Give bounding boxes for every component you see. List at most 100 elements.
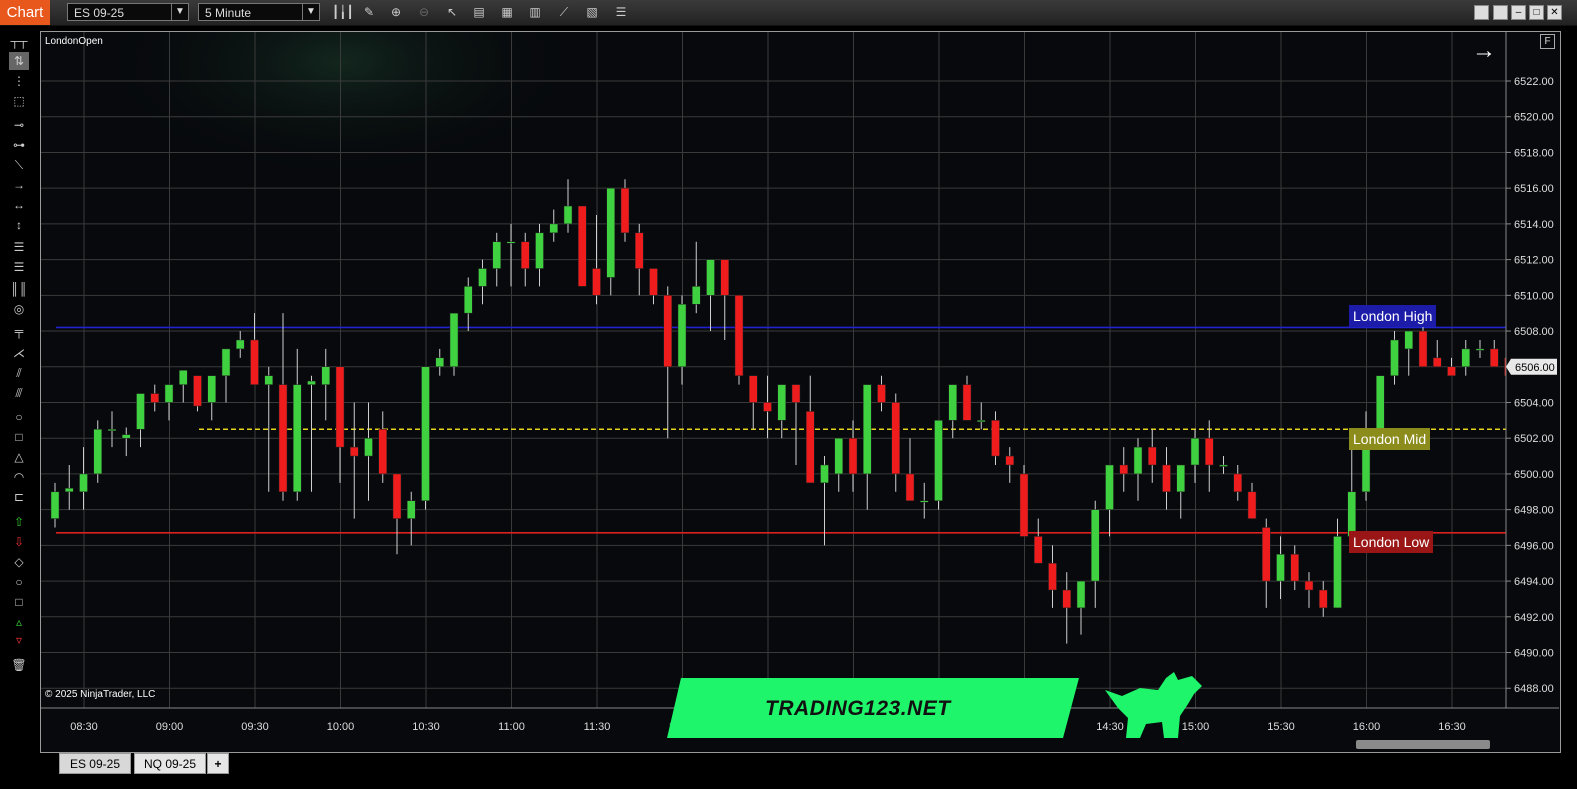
candle-up bbox=[221, 348, 231, 376]
tab-nq[interactable]: NQ 09-25 bbox=[134, 753, 206, 774]
candle-up bbox=[977, 420, 986, 423]
instrument-value: ES 09-25 bbox=[74, 6, 125, 20]
region-icon[interactable]: ⬚ bbox=[9, 92, 29, 110]
ray-icon[interactable]: ⊶ bbox=[9, 136, 29, 154]
chevron-down-icon[interactable]: ▼ bbox=[302, 4, 319, 20]
price-tick-label: 6500.00 bbox=[1514, 469, 1554, 481]
restore-icon[interactable] bbox=[1474, 5, 1489, 20]
candle-down bbox=[1162, 464, 1171, 493]
triangle-up-icon[interactable]: ▵ bbox=[9, 613, 29, 631]
f-button[interactable]: F bbox=[1540, 34, 1555, 49]
pencil-icon[interactable]: ✎ bbox=[360, 4, 378, 21]
ellipse-icon[interactable]: ○ bbox=[9, 408, 29, 426]
price-tick-label: 6510.00 bbox=[1514, 290, 1554, 302]
candle-up bbox=[606, 187, 615, 278]
arrow-line-icon[interactable]: → bbox=[9, 176, 29, 194]
time-tick-label: 16:00 bbox=[1353, 721, 1381, 733]
candle-up bbox=[207, 375, 216, 403]
pointer-icon[interactable]: ↖ bbox=[443, 4, 461, 21]
candle-down bbox=[1433, 357, 1442, 368]
diamond-icon[interactable]: ◇ bbox=[9, 553, 29, 571]
price-range-icon[interactable]: ⋮ bbox=[9, 72, 29, 90]
indicator-label: LondonOpen bbox=[45, 36, 103, 47]
candle-down bbox=[193, 375, 202, 407]
candle-up bbox=[435, 357, 444, 368]
horizontal-line-icon[interactable]: ↔ bbox=[9, 196, 29, 214]
trend-channel-icon[interactable]: ⫽ bbox=[9, 364, 29, 382]
london-high-label: London High bbox=[1349, 305, 1437, 327]
arrow-right-icon[interactable]: → bbox=[1472, 38, 1496, 64]
horizontal-scrollbar[interactable] bbox=[1356, 740, 1490, 749]
candle-up bbox=[563, 205, 573, 225]
candle-down bbox=[1005, 455, 1014, 466]
tab-es[interactable]: ES 09-25 bbox=[59, 753, 131, 774]
candle-down bbox=[877, 384, 886, 403]
candle-up bbox=[122, 434, 131, 439]
polygon-icon[interactable]: ⊏ bbox=[9, 488, 29, 506]
square-icon[interactable]: □ bbox=[9, 593, 29, 611]
menu-icon[interactable]: ☰ bbox=[612, 4, 630, 21]
gann-fan-icon[interactable]: ╤ bbox=[9, 322, 29, 340]
candle-up bbox=[1219, 464, 1228, 467]
arc-icon[interactable]: ◠ bbox=[9, 468, 29, 486]
bars-type-icon[interactable]: ┃╽┃ bbox=[332, 4, 354, 21]
interval-selector[interactable]: 5 Minute ▼ bbox=[198, 3, 320, 21]
price-tick-label: 6514.00 bbox=[1514, 219, 1554, 231]
regression-channel-icon[interactable]: ⫻ bbox=[9, 384, 29, 402]
candle-up bbox=[236, 339, 245, 350]
arrow-down-icon[interactable]: ⇩ bbox=[9, 533, 29, 551]
candle-down bbox=[1233, 473, 1242, 493]
candle-down bbox=[150, 393, 159, 403]
risk-reward-icon[interactable]: ⇅ bbox=[9, 52, 29, 70]
candle-up bbox=[1190, 437, 1200, 466]
close-icon[interactable]: ✕ bbox=[1547, 5, 1562, 20]
candle-down bbox=[350, 446, 359, 457]
price-tick-label: 6518.00 bbox=[1514, 147, 1554, 159]
properties-icon[interactable]: ⟋ bbox=[555, 4, 573, 21]
triangle-down-icon[interactable]: ▿ bbox=[9, 631, 29, 649]
data-box-icon[interactable]: ▤ bbox=[470, 4, 488, 21]
instrument-selector[interactable]: ES 09-25 ▼ bbox=[67, 3, 189, 21]
candle-up bbox=[1133, 446, 1143, 475]
interval-value: 5 Minute bbox=[205, 6, 252, 20]
time-tick-label: 15:30 bbox=[1267, 721, 1295, 733]
zoom-in-icon[interactable]: ⊕ bbox=[387, 4, 405, 21]
candle-down bbox=[1119, 464, 1128, 475]
window-title[interactable]: Chart bbox=[0, 0, 50, 25]
candle-up bbox=[307, 380, 316, 385]
arrow-up-icon[interactable]: ⇧ bbox=[9, 513, 29, 531]
vertical-line-icon[interactable]: ↕ bbox=[9, 216, 29, 234]
fib-retracement-icon[interactable]: ☰ bbox=[9, 238, 29, 256]
andrews-pitchfork-icon[interactable]: ⋌ bbox=[9, 344, 29, 362]
maximize-icon[interactable]: □ bbox=[1529, 5, 1544, 20]
tile-icon[interactable] bbox=[1493, 5, 1508, 20]
price-tick-label: 6516.00 bbox=[1514, 183, 1554, 195]
indicators-icon[interactable]: ▦ bbox=[498, 4, 516, 21]
candle-down bbox=[1148, 446, 1157, 466]
chevron-down-icon[interactable]: ▼ bbox=[171, 4, 188, 20]
drawing-tools-toolbar: ┬┬ ⇅ ⋮ ⬚ ⊸ ⊶ ⟍ → ↔ ↕ ☰ ☰ ║║ ◎ ╤ ⋌ ⫽ ⫻ ○ … bbox=[0, 26, 38, 726]
dot-icon[interactable]: ○ bbox=[9, 573, 29, 591]
templates-icon[interactable]: ▧ bbox=[583, 4, 601, 21]
candle-down bbox=[392, 473, 402, 519]
strategies-icon[interactable]: ▥ bbox=[526, 4, 544, 21]
price-tick-label: 6496.00 bbox=[1514, 540, 1554, 552]
triangle-icon[interactable]: △ bbox=[9, 448, 29, 466]
candle-down bbox=[649, 268, 658, 296]
candle-up bbox=[777, 384, 786, 421]
line-icon[interactable]: ⊸ bbox=[9, 116, 29, 134]
fib-circle-icon[interactable]: ◎ bbox=[9, 300, 29, 318]
add-tab-button[interactable]: + bbox=[207, 753, 229, 774]
trash-icon[interactable]: 🗑 bbox=[9, 656, 29, 674]
candle-down bbox=[1290, 554, 1299, 582]
candle-down bbox=[278, 384, 288, 493]
price-chart[interactable]: 6522.00 6520.00 6518.00 6516.00 6514.00 6512.… bbox=[41, 32, 1559, 750]
fib-time-icon[interactable]: ║║ bbox=[9, 280, 29, 298]
diagonal-line-icon[interactable]: ⟍ bbox=[9, 156, 29, 174]
zoom-out-icon[interactable]: ⊖ bbox=[415, 4, 433, 21]
ruler-icon[interactable]: ┬┬ bbox=[9, 32, 29, 50]
candle-up bbox=[834, 437, 843, 475]
rectangle-icon[interactable]: □ bbox=[9, 428, 29, 446]
minimize-icon[interactable]: – bbox=[1511, 5, 1526, 20]
fib-extension-icon[interactable]: ☰ bbox=[9, 258, 29, 276]
